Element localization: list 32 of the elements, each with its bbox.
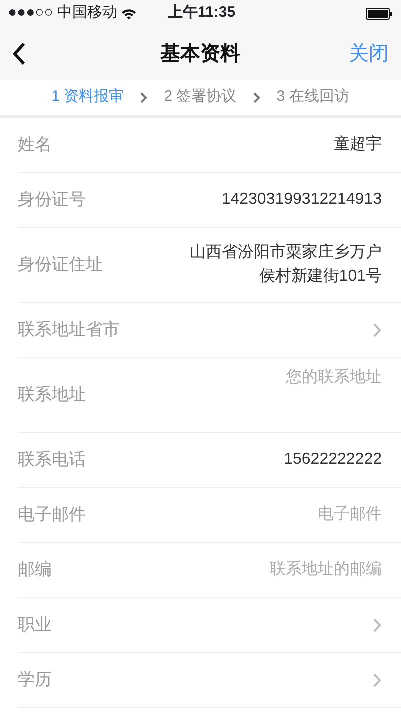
field-value: 15622222222 — [284, 450, 382, 470]
close-button[interactable]: 关闭 — [349, 38, 389, 68]
chevron-icon[interactable] — [373, 322, 382, 338]
step-tab[interactable]: 1 资料报审 — [52, 86, 124, 109]
input-field[interactable]: 电子邮件 — [102, 503, 382, 527]
field-value: 童超宇 — [334, 134, 382, 155]
step-tab[interactable]: 2 签署协议 — [164, 86, 237, 109]
field-label: 邮编 — [18, 559, 52, 582]
field-label: 姓名 — [18, 134, 52, 156]
back-icon — [12, 42, 26, 66]
field-label: 身份证号 — [18, 189, 86, 212]
step-tab[interactable]: 3 在线回访 — [276, 86, 350, 109]
field-label: 职业 — [18, 614, 52, 636]
field-label: 学历 — [18, 669, 52, 692]
page-title: 基本资料 — [160, 42, 240, 66]
field-value: 142303199312214913 — [222, 190, 382, 210]
input-field[interactable]: 联系地址的邮编 — [68, 558, 382, 582]
chevron-icon — [252, 92, 261, 104]
field-label: 联系地址 — [18, 384, 86, 406]
signal-dots: ●●●○○ — [8, 3, 54, 24]
field-label: 联系电话 — [18, 449, 86, 472]
carrier-name: 中国移动 — [57, 3, 118, 24]
battery-icon — [366, 8, 393, 20]
status-time: 上午11:35 — [168, 3, 236, 24]
field-label: 电子邮件 — [18, 504, 86, 526]
wifi-icon — [121, 8, 138, 20]
chevron-icon[interactable] — [373, 618, 382, 632]
chevron-icon — [140, 92, 148, 104]
chevron-icon[interactable] — [373, 672, 382, 688]
field-label: 联系地址省市 — [18, 319, 120, 342]
field-label: 身份证住址 — [18, 254, 103, 276]
field-value: 山西省汾阳市粟家庄乡万户侯村新建街101号 — [189, 242, 382, 287]
